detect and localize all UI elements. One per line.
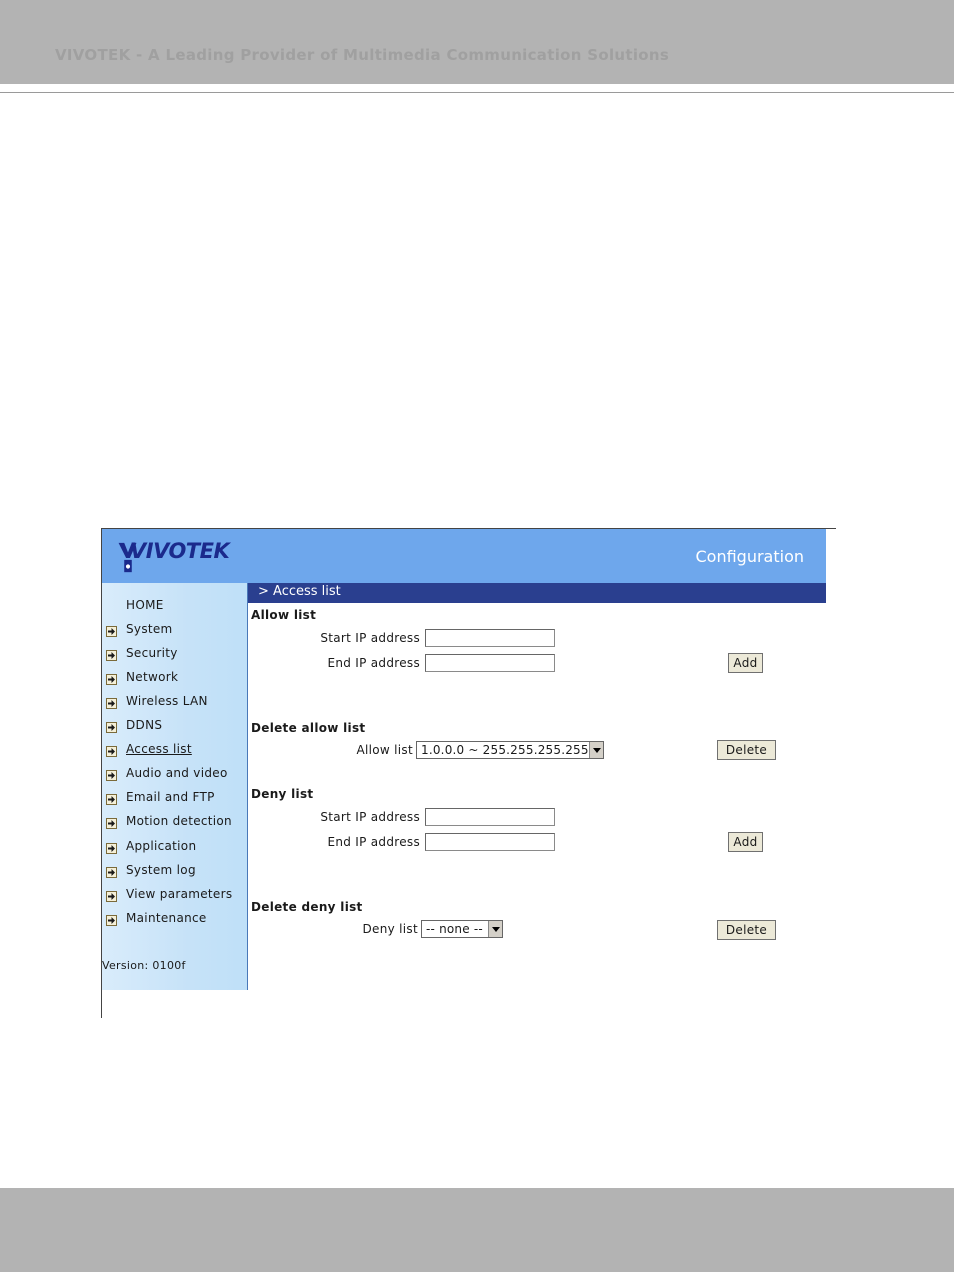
- header-rule: [0, 92, 954, 93]
- delete-allow-list-title: Delete allow list: [251, 721, 366, 735]
- sidebar-item-label: System log: [126, 863, 196, 877]
- configuration-window: VIVOTEK Configuration HOME System Securi…: [101, 528, 836, 1018]
- allow-list-selected: 1.0.0.0 ~ 255.255.255.255: [421, 743, 589, 757]
- deny-add-button[interactable]: Add: [728, 832, 763, 852]
- sidebar-item-application[interactable]: Application: [102, 837, 247, 857]
- deny-end-ip-input[interactable]: [425, 833, 555, 851]
- arrow-right-icon: [106, 915, 117, 926]
- chevron-down-icon[interactable]: [589, 742, 603, 758]
- sidebar-item-home[interactable]: HOME: [102, 596, 247, 616]
- access-list-form: Allow list Start IP address End IP addre…: [248, 603, 826, 990]
- arrow-right-icon: [106, 626, 117, 637]
- sidebar-item-label: Access list: [126, 742, 192, 756]
- arrow-right-icon: [106, 867, 117, 878]
- arrow-right-icon: [106, 698, 117, 709]
- delete-deny-list-title: Delete deny list: [251, 900, 363, 914]
- document-header-text: VIVOTEK - A Leading Provider of Multimed…: [55, 46, 670, 64]
- sidebar-item-ddns[interactable]: DDNS: [102, 716, 247, 736]
- sidebar-item-label: Application: [126, 839, 197, 853]
- sidebar-item-label: Security: [126, 646, 178, 660]
- sidebar-item-system-log[interactable]: System log: [102, 861, 247, 881]
- sidebar-item-audio-and-video[interactable]: Audio and video: [102, 764, 247, 784]
- arrow-right-icon: [106, 794, 117, 805]
- chevron-down-icon[interactable]: [488, 921, 502, 937]
- config-title: Configuration: [695, 547, 804, 566]
- sidebar: HOME System Security Network Wireless LA…: [102, 583, 247, 990]
- sidebar-item-label: View parameters: [126, 887, 233, 901]
- allow-list-title: Allow list: [251, 608, 317, 622]
- sidebar-item-label: System: [126, 622, 173, 636]
- allow-start-ip-label: Start IP address: [320, 631, 420, 645]
- deny-list-selected: -- none --: [426, 922, 483, 936]
- page-title: > Access list: [258, 584, 341, 599]
- deny-list-title: Deny list: [251, 787, 314, 801]
- sidebar-item-label: Motion detection: [126, 814, 232, 828]
- deny-delete-button[interactable]: Delete: [717, 920, 776, 940]
- sidebar-item-maintenance[interactable]: Maintenance: [102, 909, 247, 929]
- arrow-right-icon: [106, 891, 117, 902]
- deny-list-select[interactable]: -- none --: [421, 920, 503, 938]
- sidebar-item-network[interactable]: Network: [102, 668, 247, 688]
- allow-end-ip-label: End IP address: [327, 656, 420, 670]
- deny-start-ip-label: Start IP address: [320, 810, 420, 824]
- allow-delete-button[interactable]: Delete: [717, 740, 776, 760]
- sidebar-item-label: Wireless LAN: [126, 694, 208, 708]
- sidebar-item-email-and-ftp[interactable]: Email and FTP: [102, 788, 247, 808]
- sidebar-item-label: HOME: [126, 598, 164, 612]
- arrow-right-icon: [106, 818, 117, 829]
- allow-add-button[interactable]: Add: [728, 653, 763, 673]
- page-title-bar: > Access list: [248, 583, 826, 603]
- sidebar-item-label: Email and FTP: [126, 790, 215, 804]
- sidebar-item-label: Maintenance: [126, 911, 207, 925]
- document-header-band: VIVOTEK - A Leading Provider of Multimed…: [0, 0, 954, 84]
- sidebar-item-security[interactable]: Security: [102, 644, 247, 664]
- arrow-right-icon: [106, 674, 117, 685]
- sidebar-item-label: DDNS: [126, 718, 163, 732]
- arrow-right-icon: [106, 722, 117, 733]
- deny-list-label: Deny list: [362, 922, 418, 936]
- allow-list-select[interactable]: 1.0.0.0 ~ 255.255.255.255: [416, 741, 604, 759]
- allow-start-ip-input[interactable]: [425, 629, 555, 647]
- deny-end-ip-label: End IP address: [327, 835, 420, 849]
- arrow-right-icon: [106, 770, 117, 781]
- allow-end-ip-input[interactable]: [425, 654, 555, 672]
- deny-start-ip-input[interactable]: [425, 808, 555, 826]
- sidebar-item-access-list[interactable]: Access list: [102, 740, 247, 760]
- arrow-right-icon: [106, 746, 117, 757]
- arrow-right-icon: [106, 650, 117, 661]
- sidebar-item-label: Network: [126, 670, 179, 684]
- brand-name: VIVOTEK: [130, 539, 230, 563]
- sidebar-item-wireless-lan[interactable]: Wireless LAN: [102, 692, 247, 712]
- sidebar-item-system[interactable]: System: [102, 620, 247, 640]
- document-footer-band: [0, 1188, 954, 1272]
- sidebar-item-motion-detection[interactable]: Motion detection: [102, 812, 247, 832]
- sidebar-item-view-parameters[interactable]: View parameters: [102, 885, 247, 905]
- arrow-right-icon: [106, 843, 117, 854]
- allow-list-label: Allow list: [356, 743, 413, 757]
- version-label: Version: 0100f: [102, 959, 186, 972]
- config-header: VIVOTEK Configuration: [102, 529, 826, 583]
- sidebar-item-label: Audio and video: [126, 766, 228, 780]
